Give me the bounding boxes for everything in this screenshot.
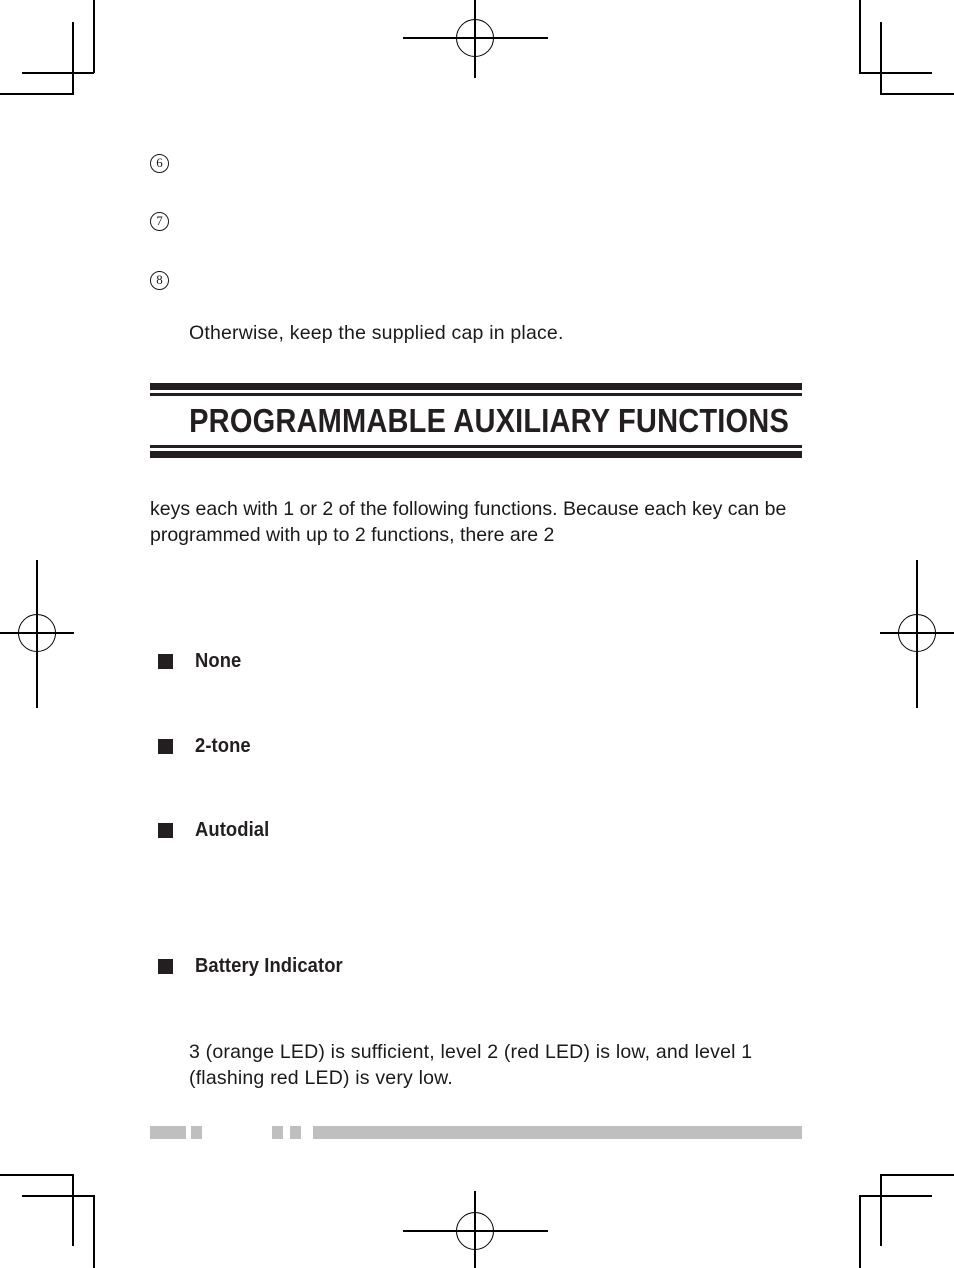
crop-mark-bottom-right-outer-vertical: [859, 1195, 861, 1268]
bullet-square-icon: [158, 959, 173, 974]
footer-bar-segment-5: [313, 1126, 802, 1139]
function-heading-none: None: [158, 650, 245, 673]
step-marker-8: 8: [150, 270, 169, 290]
step-marker-6: 6: [150, 153, 169, 173]
footer-bar-segment-2: [191, 1126, 202, 1139]
crop-mark-bottom-right-inner-horizontal: [859, 1195, 932, 1197]
function-heading-label: Autodial: [195, 819, 270, 841]
function-heading-autodial: Autodial: [158, 819, 276, 842]
crop-mark-top-right-inner-horizontal: [859, 72, 932, 74]
crop-mark-top-left-inner-vertical: [72, 22, 74, 94]
crop-mark-top-left-outer-vertical: [93, 0, 95, 73]
footer-bar-segment-1: [150, 1126, 186, 1139]
section-title: PROGRAMMABLE AUXILIARY FUNCTIONS: [189, 402, 790, 439]
function-heading-label: Battery Indicator: [195, 955, 343, 977]
step-number-8: 8: [150, 271, 169, 290]
crop-mark-top-left-outer-horizontal: [0, 93, 74, 95]
registration-mark-right: [880, 560, 954, 708]
footer-bar-segment-4: [290, 1126, 301, 1139]
function-heading-label: None: [195, 650, 242, 672]
section-banner: PROGRAMMABLE AUXILIARY FUNCTIONS: [150, 383, 802, 458]
crop-mark-bottom-left-inner-horizontal: [22, 1195, 94, 1197]
bullet-square-icon: [158, 823, 173, 838]
step-number-7: 7: [150, 212, 169, 231]
bullet-square-icon: [158, 739, 173, 754]
step-marker-7: 7: [150, 211, 169, 231]
banner-rule-thick-bottom: [150, 451, 802, 458]
crop-mark-top-left-inner-horizontal: [22, 72, 94, 74]
crop-mark-bottom-right-outer-horizontal: [880, 1174, 954, 1176]
registration-mark-left: [0, 560, 74, 708]
crop-mark-top-right-outer-horizontal: [880, 93, 954, 95]
note-line: Otherwise, keep the supplied cap in plac…: [189, 322, 564, 344]
banner-rule-thick-top: [150, 383, 802, 390]
bullet-square-icon: [158, 654, 173, 669]
footer-bar-segment-3: [272, 1126, 283, 1139]
crop-mark-bottom-left-outer-vertical: [93, 1195, 95, 1268]
function-heading-battery-indicator: Battery Indicator: [158, 955, 356, 978]
function-heading-label: 2-tone: [195, 735, 251, 757]
crop-mark-bottom-left-outer-horizontal: [0, 1174, 74, 1176]
function-heading-2-tone: 2-tone: [158, 735, 256, 758]
crop-mark-bottom-right-inner-vertical: [880, 1174, 882, 1246]
page-content: 6 7 8 Otherwise, keep the supplied cap i…: [150, 0, 802, 1268]
crop-mark-top-right-outer-vertical: [859, 0, 861, 73]
crop-mark-bottom-left-inner-vertical: [72, 1174, 74, 1246]
intro-paragraph: keys each with 1 or 2 of the following f…: [150, 498, 787, 546]
step-number-6: 6: [150, 154, 169, 173]
battery-paragraph: 3 (orange LED) is sufficient, level 2 (r…: [189, 1041, 753, 1089]
crop-mark-top-right-inner-vertical: [880, 22, 882, 94]
